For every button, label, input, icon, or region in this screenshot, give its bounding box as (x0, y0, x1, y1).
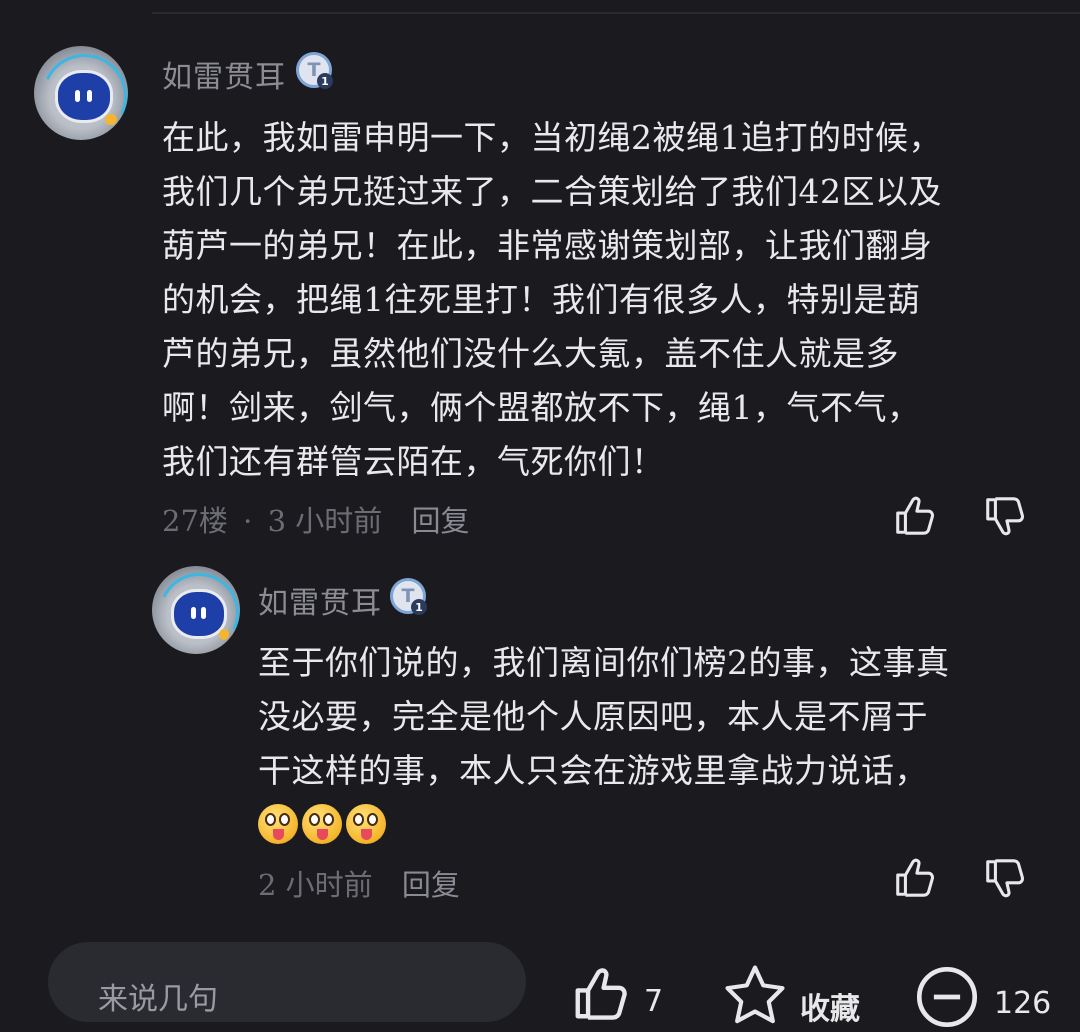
like-count: 7 (644, 984, 664, 1019)
comment-count: 126 (994, 986, 1052, 1021)
bottom-action-bar: 来说几句 7 收藏 126 (0, 942, 1080, 1028)
comment-time: 2 小时前 (258, 868, 373, 902)
emoji-row (258, 804, 386, 844)
dizzy-tongue-emoji-icon (346, 804, 386, 844)
dizzy-tongue-emoji-icon (258, 804, 298, 844)
level-badge-number: 1 (411, 599, 427, 615)
like-button[interactable]: 7 (570, 962, 663, 1020)
favorite-label: 收藏 (800, 992, 860, 1027)
comment-input-placeholder: 来说几句 (98, 982, 218, 1017)
comment-body: 至于你们说的，我们离间你们榜2的事，这事真 没必要，完全是他个人原因吧，本人是不… (258, 643, 950, 790)
level-badge-icon: T 1 (390, 578, 427, 615)
comment-input[interactable]: 来说几句 (48, 942, 526, 1022)
comment-bubble-icon (916, 966, 978, 1028)
level-badge-icon: T 1 (296, 52, 333, 89)
star-icon (725, 965, 785, 1024)
comment-meta: 2 小时前 回复 (258, 862, 460, 904)
level-badge-number: 1 (317, 73, 333, 89)
meta-separator: · (243, 504, 253, 538)
thumbs-up-icon (575, 968, 627, 1020)
comments-button[interactable]: 126 (912, 962, 1051, 1028)
comment-meta: 27楼 · 3 小时前 回复 (162, 498, 469, 540)
username[interactable]: 如雷贯耳 (258, 578, 382, 622)
username[interactable]: 如雷贯耳 (162, 52, 286, 96)
floor-number: 27楼 (162, 504, 228, 538)
thumbs-down-icon[interactable] (982, 494, 1028, 540)
thumbs-down-icon[interactable] (982, 856, 1028, 902)
avatar[interactable] (152, 566, 240, 654)
avatar[interactable] (34, 46, 128, 140)
dizzy-tongue-emoji-icon (302, 804, 342, 844)
comment-body: 在此，我如雷申明一下，当初绳2被绳1追打的时候， 我们几个弟兄挺过来了，二合策划… (162, 118, 942, 481)
favorite-button[interactable]: 收藏 (722, 962, 860, 1027)
reply-button[interactable]: 回复 (402, 868, 460, 902)
comment-time: 3 小时前 (267, 504, 383, 538)
top-divider (152, 12, 1080, 14)
thumbs-up-icon[interactable] (892, 854, 938, 900)
thumbs-up-icon[interactable] (892, 492, 938, 538)
reply-button[interactable]: 回复 (411, 504, 469, 538)
